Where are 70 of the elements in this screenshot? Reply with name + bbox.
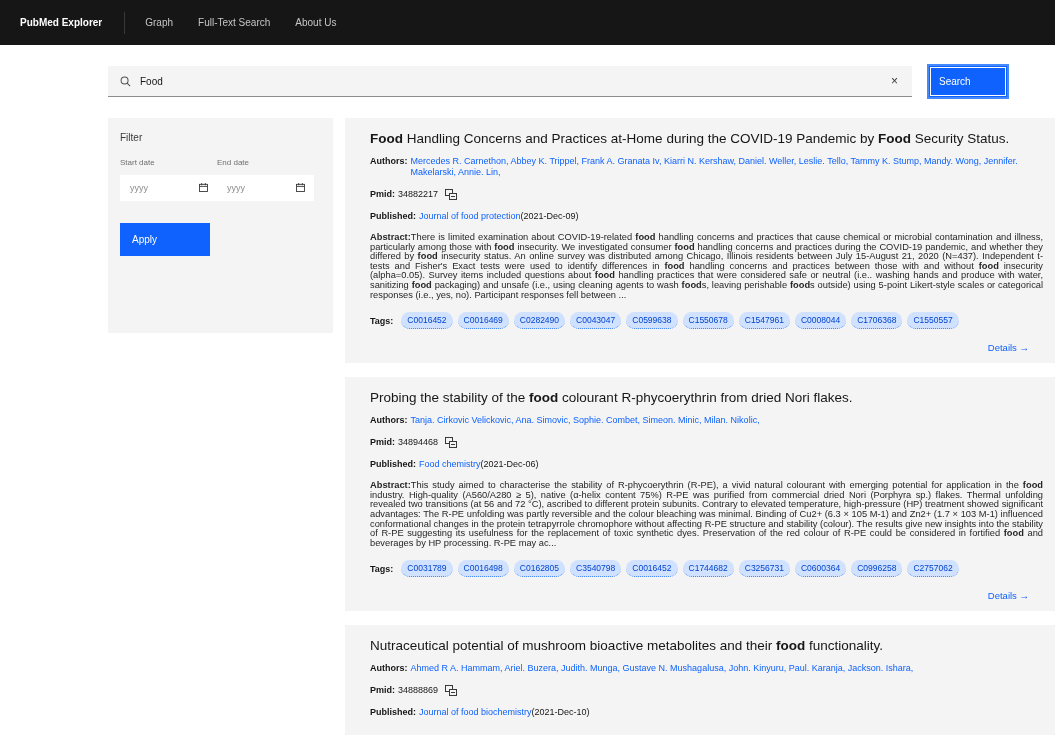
journal-link[interactable]: Journal of food protection	[419, 211, 521, 221]
abstract-text: Abstract:This study aimed to characterise the stability of R-phycoerythrin (R-PE), a vivid natural colourant with emerging potential for application in the food industry. High-quality (A560/A280 ≥ 5), native (α-helix content 75%) R-PE was purified from commercial dried Nori (Porphyra sp.) flakes. Thermal unfolding revealed two transitions (at 56 and 72 °C), ascribed to different protein subunits. Contrary to elevated temperature, high-pressure (HP) treatment showed significant advantages: The R-PE unfolding was partly reversible and the colour bleaching was minimal. Binding of Cu2+ (6.3 × 105 M-1) and Zn2+ (1.7 × 103 M-1) influenced conformational changes in the protein tetrapyrrole chromophore without affecting R-PE structure and stability (colour). The results give new insights into the stability of R-PE suggesting its usefulness for the replacement of toxic synthetic dyes. Preservation of the red colour of R-PE could be considered in fortified food and beverages by HP processing. R-PE may ac...	[370, 481, 1043, 549]
nav-link[interactable]: About Us	[295, 13, 337, 32]
tags-label: Tags:	[370, 315, 394, 326]
pmid-label: Pmid:	[370, 685, 395, 697]
search-field[interactable]: Food ×	[108, 66, 912, 97]
tag-chip[interactable]: C0162805	[513, 560, 566, 578]
nav-link[interactable]: Graph	[145, 13, 174, 32]
article-title[interactable]: Food Handling Concerns and Practices at-Home during the COVID-19 Pandemic by Food Security Status.	[370, 131, 1043, 146]
filter-title: Filter	[120, 132, 144, 143]
tag-chip[interactable]: C1744682	[682, 560, 734, 578]
tag-chip[interactable]: C1550557	[907, 312, 959, 330]
details-link[interactable]: Details →	[987, 590, 1029, 602]
tag-chip[interactable]: C0282490	[513, 312, 566, 330]
app-title[interactable]: PubMed Explorer	[20, 17, 103, 28]
tag-chip[interactable]: C0600364	[795, 560, 847, 578]
authors-list[interactable]: Tanja. Cirkovic Velickovic, Ana. Simovic, Sophie. Combet, Simeon. Minic, Milan. Nikolic,	[410, 415, 1043, 427]
date-field[interactable]: yyyy	[217, 175, 314, 201]
published-label: Published:	[370, 459, 416, 470]
details-link[interactable]: Details →	[987, 342, 1029, 354]
copy-icon[interactable]	[445, 189, 458, 200]
abstract-text: Abstract:There is limited examination about COVID-19-related food handling concerns and practices that cause chemical or microbial contamination and illness, particularly among those with food insecurity. We investigated consumer food handling concerns and practices during the COVID-19 pandemic, and whether they differed by food insecurity status. An online survey was distributed among Chicago, Illinois residents between July 15-August 21, 2020 (N=437). Independent t-tests and Fisher's Exact tests were used to identify differences in food handling concerns and practices between those with and without food insecurity (alpha=0.05). Survey items included questions about food handling practices that were considered safe or neutral (i.e.. washing hands and produce with water, sanitizing food packaging) and unsafe (i.e., using cleaning agents to wash foods, leaving perishable foods outside) using 5-point Likert-style scales or categorical responses (i.e., yes, no). Participant responses fell between ...	[370, 233, 1043, 301]
published-label: Published:	[370, 211, 416, 221]
clear-button[interactable]: ×	[891, 74, 898, 88]
tag-chip[interactable]: C0016498	[457, 560, 509, 578]
tag-chip[interactable]: C0043047	[570, 312, 622, 330]
copy-icon[interactable]	[445, 437, 458, 449]
authors-label: Authors:	[370, 156, 408, 167]
tag-chip[interactable]: C2757062	[907, 560, 959, 578]
journal-link[interactable]: Journal of food biochemistry	[419, 707, 532, 718]
pmid-value: 34894468	[398, 437, 439, 449]
tags-label: Tags:	[370, 563, 394, 574]
pmid-label: Pmid:	[370, 189, 395, 200]
tag-chip[interactable]: C0016452	[401, 312, 453, 330]
tag-chip[interactable]: C0008044	[795, 312, 847, 330]
published-label: Published:	[370, 707, 416, 718]
tag-chip[interactable]: C1706368	[851, 312, 903, 330]
article-title[interactable]: Nutraceutical potential of mushroom bioactive metabolites and their food functionality.	[370, 638, 1043, 654]
tag-chip[interactable]: C0016469	[457, 312, 509, 330]
pmid-value: 34882217	[398, 189, 439, 200]
date-label: Start date	[120, 158, 156, 167]
tag-chip[interactable]: C0031789	[401, 560, 453, 578]
journal-link[interactable]: Food chemistry	[419, 459, 481, 470]
article-title[interactable]: Probing the stability of the food colourant R-phycoerythrin from dried Nori flakes.	[370, 390, 1043, 406]
tag-chip[interactable]: C3256731	[738, 560, 790, 578]
apply-button[interactable]: Apply	[120, 223, 210, 256]
copy-icon[interactable]	[445, 685, 458, 697]
authors-list[interactable]: Ahmed R A. Hammam, Ariel. Buzera, Judith. Munga, Gustave N. Mushagalusa, John. Kinyuru, Paul. Karanja, Jackson. Ishara,	[410, 663, 1043, 675]
authors-label: Authors:	[370, 415, 408, 427]
authors-list[interactable]: Mercedes R. Carnethon, Abbey K. Trippel, Frank A. Granata Iv, Kiarri N. Kershaw, Daniel. Weller, Leslie. Tello, Tammy K. Stump, Mandy. Wong, Jennifer. Makelarski, Annie. Lin,	[410, 156, 1043, 178]
search-icon	[120, 75, 131, 87]
search-button[interactable]: Search	[927, 64, 1009, 99]
publish-date: (2021-Dec-10)	[531, 707, 590, 718]
calendar-icon	[199, 183, 208, 192]
search-value: Food	[140, 75, 164, 87]
pmid-value: 34888869	[398, 685, 439, 697]
calendar-icon	[296, 183, 305, 192]
tag-chip[interactable]: C0016452	[626, 560, 678, 578]
tag-chip[interactable]: C0996258	[851, 560, 903, 578]
date-label: End date	[217, 158, 251, 167]
publish-date: (2021-Dec-06)	[480, 459, 539, 470]
publish-date: (2021-Dec-09)	[520, 211, 579, 221]
tag-chip[interactable]: C1550678	[682, 312, 734, 330]
nav-link[interactable]: Full-Text Search	[198, 13, 271, 32]
authors-label: Authors:	[370, 663, 408, 675]
pmid-label: Pmid:	[370, 437, 395, 449]
tag-chip[interactable]: C0599638	[626, 312, 678, 330]
tag-chip[interactable]: C1547961	[738, 312, 790, 330]
date-field[interactable]: yyyy	[120, 175, 217, 201]
tag-chip[interactable]: C3540798	[570, 560, 622, 578]
